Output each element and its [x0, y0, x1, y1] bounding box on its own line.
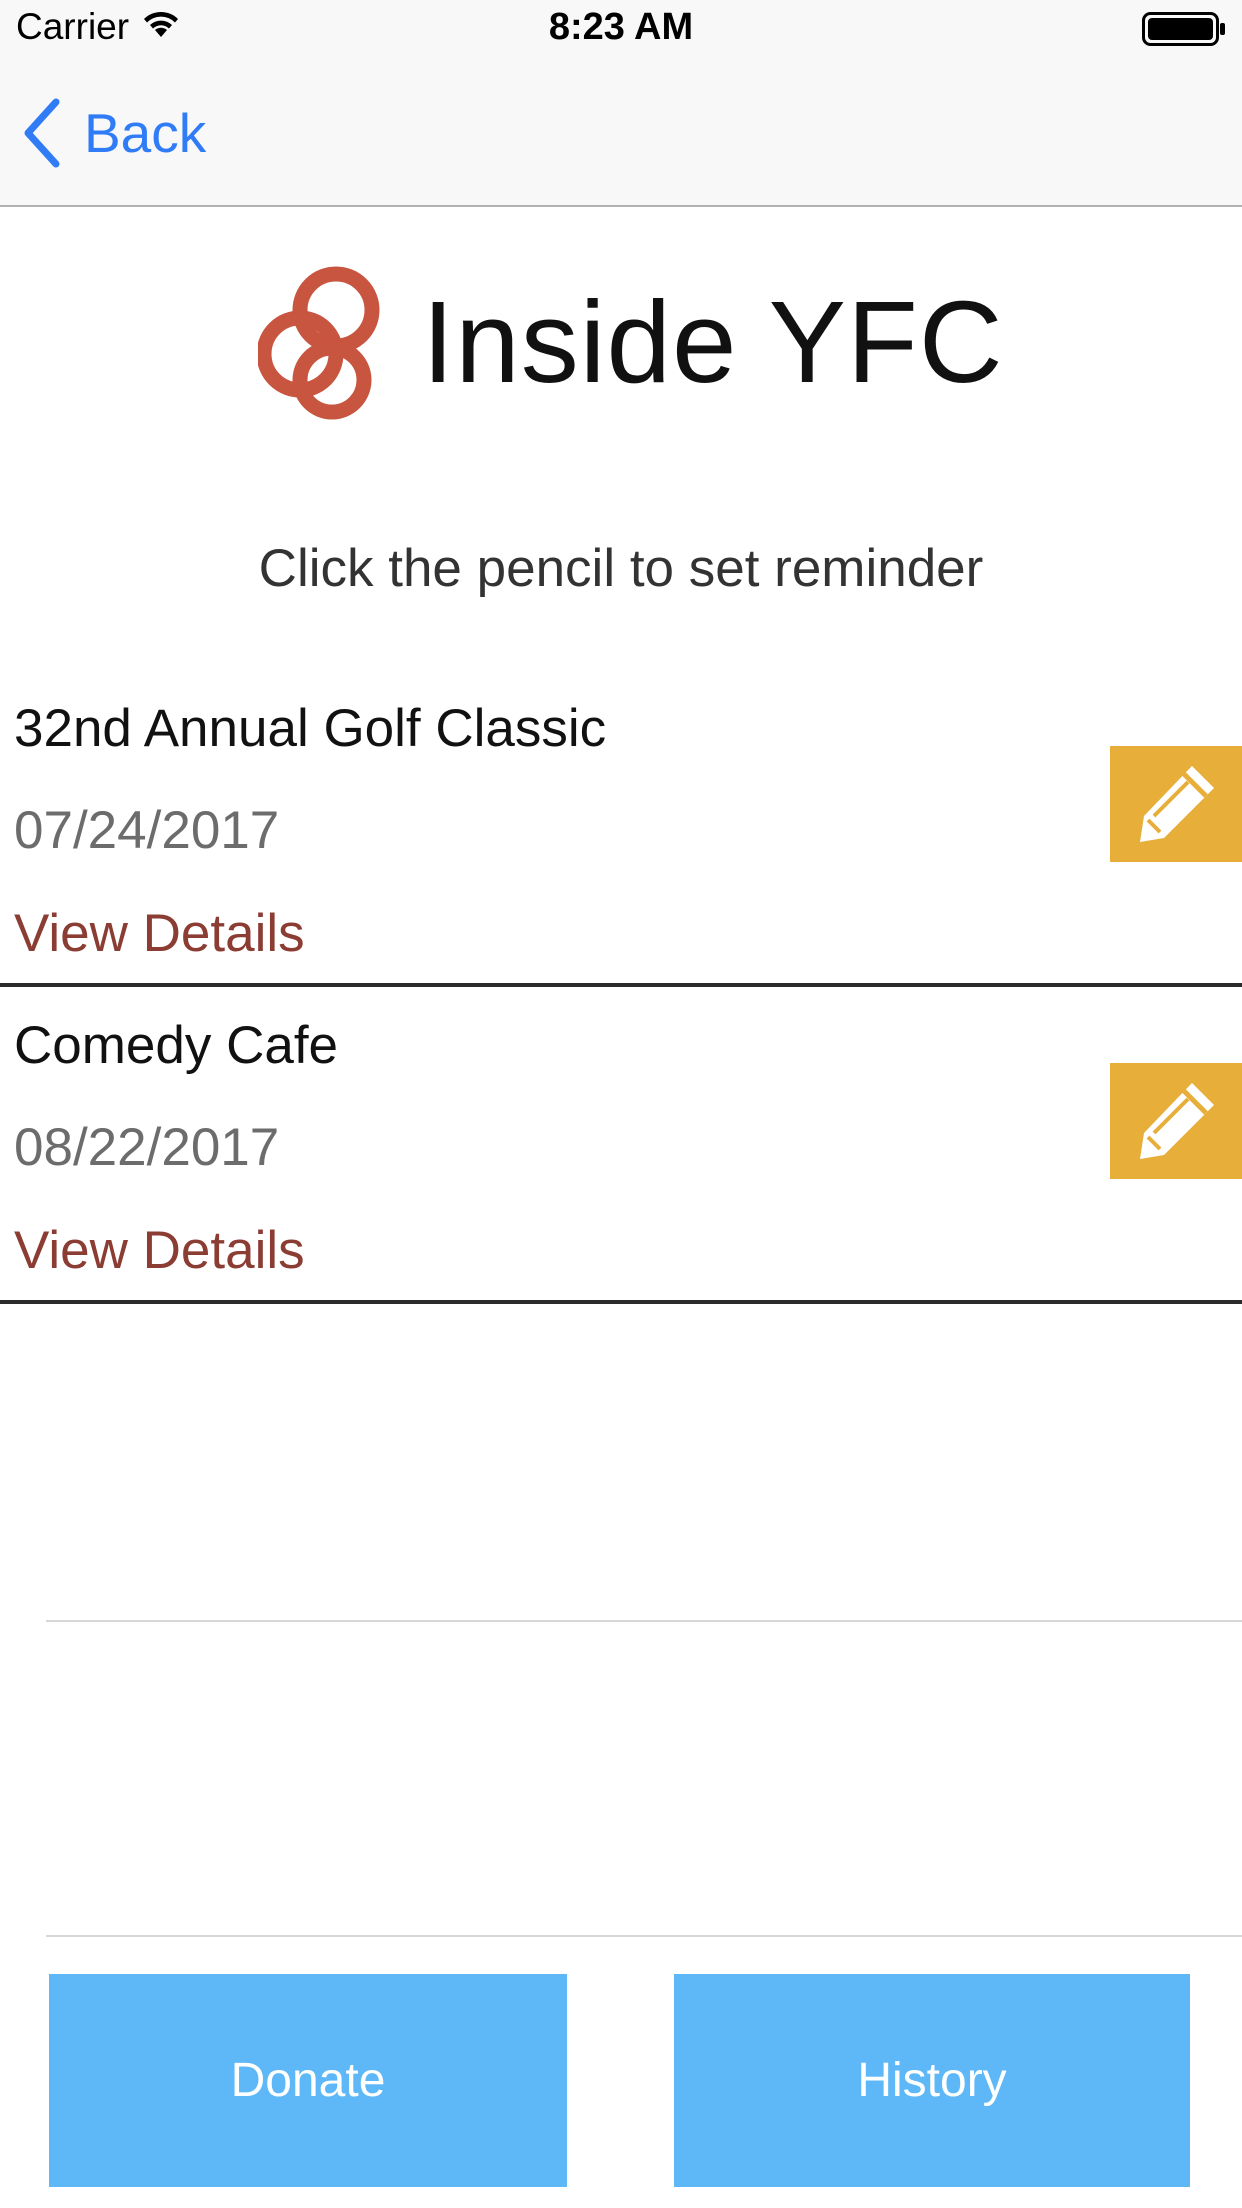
event-row: Comedy Cafe 08/22/2017 View Details — [0, 987, 1242, 1304]
event-name: Comedy Cafe — [14, 1016, 339, 1075]
pencil-icon — [1140, 1083, 1214, 1159]
back-label: Back — [84, 102, 207, 164]
status-time: 8:23 AM — [548, 6, 694, 48]
view-details-link[interactable]: View Details — [14, 903, 305, 964]
event-date: 07/24/2017 — [14, 801, 280, 860]
chevron-left-icon — [24, 98, 60, 168]
back-button[interactable]: Back — [22, 98, 206, 168]
logo-text: Inside YFC — [422, 277, 1004, 407]
instruction-text: Click the pencil to set reminder — [258, 539, 984, 598]
set-reminder-button[interactable] — [1110, 1063, 1242, 1179]
view-details-link[interactable]: View Details — [14, 1220, 305, 1281]
history-button[interactable]: History — [674, 1974, 1190, 2187]
pencil-icon — [1140, 766, 1214, 842]
battery-icon — [1142, 12, 1226, 51]
rings-logo-icon — [258, 266, 380, 420]
screen: Carrier 8:23 AM Back Inside YFC Click th… — [0, 0, 1242, 2208]
separator-line — [46, 1620, 1242, 1622]
separator-line — [46, 1935, 1242, 1937]
app-logo: Inside YFC — [258, 262, 1004, 422]
event-name: 32nd Annual Golf Classic — [14, 699, 607, 758]
navigation-bar: Carrier 8:23 AM Back — [0, 0, 1242, 207]
set-reminder-button[interactable] — [1110, 746, 1242, 862]
event-row: 32nd Annual Golf Classic 07/24/2017 View… — [0, 670, 1242, 987]
event-date: 08/22/2017 — [14, 1118, 280, 1177]
donate-button[interactable]: Donate — [49, 1974, 567, 2187]
